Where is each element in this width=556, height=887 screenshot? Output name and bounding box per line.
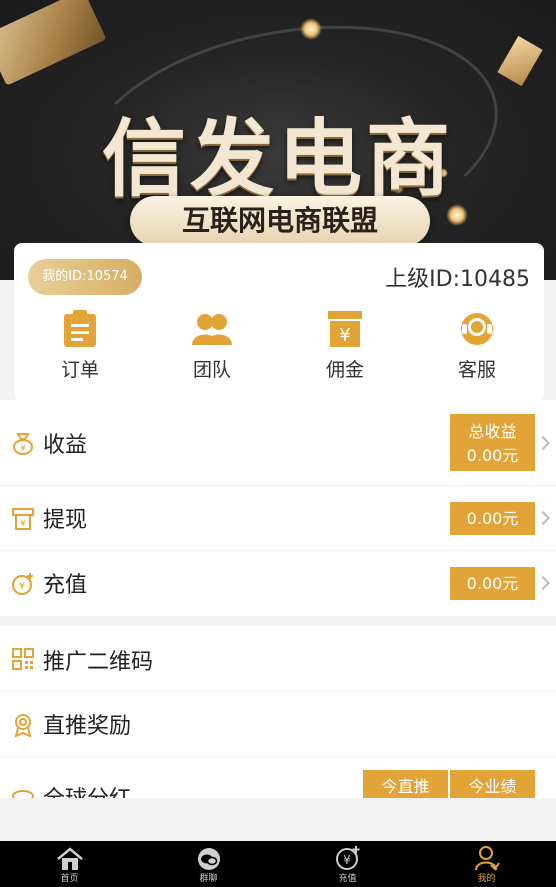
withdraw-yen-icon: ¥ [10,506,36,532]
chevron-right-icon [535,575,551,591]
tab-home[interactable]: 首页 [0,841,139,887]
quick-order[interactable]: 订单 [30,309,130,382]
chevron-right-icon [535,435,551,451]
quick-team-label: 团队 [192,359,231,381]
withdraw-label: 提现 [43,508,88,533]
today-direct-button[interactable]: 今直推 [363,770,448,798]
svg-text:¥: ¥ [20,444,26,454]
banner-title: 信发电商 [101,110,454,208]
tab-home-label: 首页 [60,874,79,884]
svg-text:¥: ¥ [20,519,26,529]
user-info-card: 我的ID:10574 上级ID:10485 订单 团队 ¥ 佣金 客服 [14,243,544,401]
gold-ribbon-decoration [497,35,543,87]
svg-text:¥: ¥ [19,581,25,592]
profile-icon [417,841,556,871]
my-id-badge: 我的ID:10574 [28,259,142,295]
recharge-row[interactable]: ¥ 充值 0.00元 [0,551,556,616]
recharge-label: 充值 [43,573,88,598]
parent-id-label: 上级ID:10485 [385,267,530,292]
svg-text:¥: ¥ [339,325,350,346]
money-bag-icon: ¥ [10,430,36,456]
total-income-title: 总收益 [468,422,517,441]
today-performance-button[interactable]: 今业绩 [450,770,535,798]
total-income-button[interactable]: 总收益 0.00元 [450,414,535,471]
withdraw-row[interactable]: ¥ 提现 0.00元 [0,486,556,551]
bottom-tab-bar: 首页 群聊 ¥ 充值 我的 [0,841,556,887]
banner-subtitle: 互联网电商联盟 [130,196,430,246]
tab-group-chat[interactable]: 群聊 [139,841,278,887]
tab-recharge[interactable]: ¥ 充值 [278,841,417,887]
quick-commission[interactable]: ¥ 佣金 [295,309,395,382]
recharge-yen-icon: ¥ [10,571,36,597]
order-clipboard-icon [60,309,100,349]
income-row[interactable]: ¥ 收益 总收益 0.00元 [0,400,556,486]
sparkle-decoration [300,18,322,40]
qrcode-row[interactable]: 推广二维码 [0,626,556,692]
dividend-icon [10,785,36,798]
tab-group-chat-label: 群聊 [199,874,218,884]
qrcode-label: 推广二维码 [43,650,154,675]
quick-customer-service[interactable]: 客服 [427,309,527,382]
qrcode-icon [10,646,36,672]
gold-ribbon-decoration [0,0,107,86]
finance-section: ¥ 收益 总收益 0.00元 ¥ 提现 0.00元 ¥ 充值 0.00元 [0,400,556,616]
recharge-amount-button[interactable]: 0.00元 [450,567,535,600]
customer-service-headset-icon [457,309,497,349]
promo-banner: 信发电商 互联网电商联盟 [0,0,556,280]
tab-mine[interactable]: 我的 [417,841,556,887]
svg-text:¥: ¥ [343,853,351,867]
quick-team[interactable]: 团队 [162,309,262,382]
tab-mine-label: 我的 [477,874,496,884]
chat-bubble-icon [139,841,278,871]
total-income-value: 0.00元 [466,446,519,465]
quick-commission-label: 佣金 [325,359,364,381]
menu-section: 推广二维码 直推奖励 全球分红 今直推 今业绩 [0,626,556,798]
team-people-icon [192,309,232,349]
commission-yen-icon: ¥ [325,309,365,349]
chevron-right-icon [535,510,551,526]
recharge-yen-icon: ¥ [278,841,417,871]
home-icon [0,841,139,871]
medal-icon [10,712,36,738]
quick-order-label: 订单 [60,359,99,381]
direct-reward-row[interactable]: 直推奖励 [0,692,556,757]
direct-reward-label: 直推奖励 [43,714,132,739]
income-label: 收益 [43,433,88,458]
quick-customer-service-label: 客服 [457,359,496,381]
withdraw-amount-button[interactable]: 0.00元 [450,502,535,535]
tab-recharge-label: 充值 [338,874,357,884]
global-dividend-label: 全球分红 [43,781,131,798]
global-dividend-row[interactable]: 全球分红 今直推 今业绩 [0,757,556,798]
